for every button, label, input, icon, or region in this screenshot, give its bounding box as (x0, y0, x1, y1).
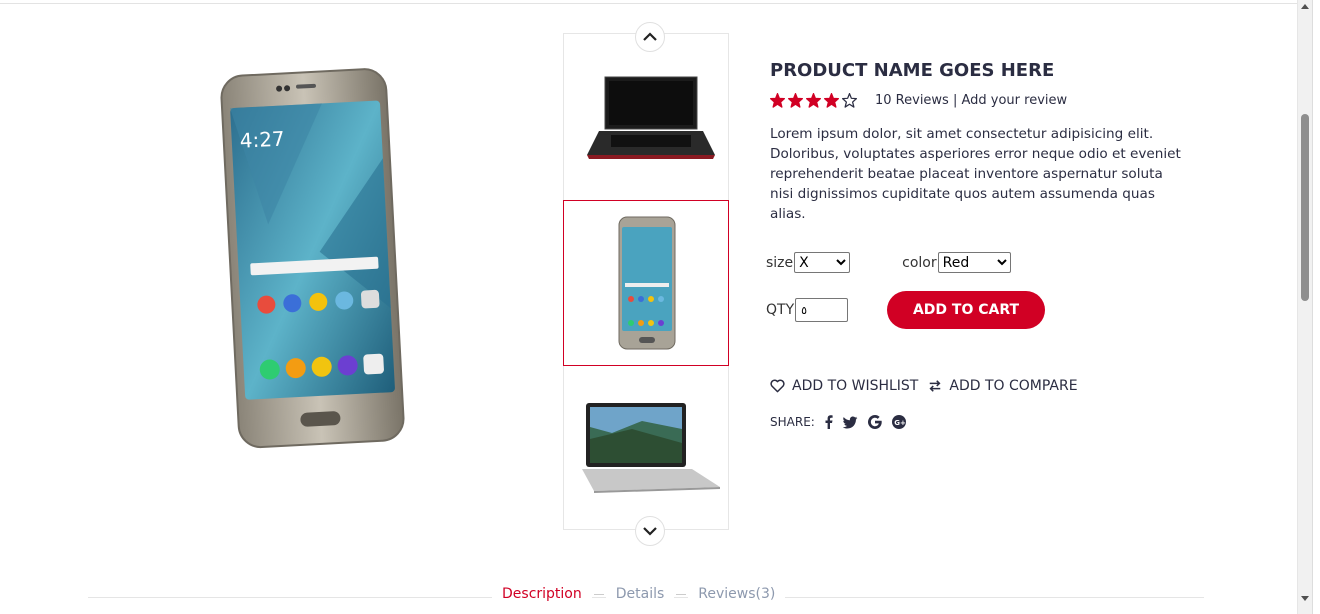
scroll-up-arrow-icon[interactable] (1301, 4, 1309, 9)
product-details: PRODUCT NAME GOES HERE 10 Reviews | Add … (770, 60, 1190, 224)
svg-text:4:27: 4:27 (239, 126, 285, 152)
twitter-icon[interactable] (842, 416, 858, 429)
main-product-image: 4:27 (210, 62, 420, 454)
scrollbar-thumb[interactable] (1301, 114, 1309, 301)
color-group: color Red (902, 252, 1011, 273)
product-title: PRODUCT NAME GOES HERE (770, 60, 1055, 81)
size-label: size (766, 254, 794, 271)
product-rating (770, 93, 857, 108)
add-to-wishlist-button[interactable]: ADD TO WISHLIST (770, 378, 918, 394)
vertical-scrollbar[interactable] (1297, 0, 1312, 614)
color-label: color (902, 254, 937, 271)
add-to-cart-button[interactable]: ADD TO CART (887, 291, 1045, 329)
top-border (0, 0, 1312, 4)
chevron-up-icon (643, 32, 657, 41)
star-filled-icon (788, 93, 803, 108)
window-edge (1312, 0, 1320, 614)
add-to-compare-label: ADD TO COMPARE (949, 378, 1078, 394)
thumbnail-phone[interactable] (563, 200, 729, 366)
qty-label: QTY (766, 302, 795, 318)
star-filled-icon (824, 93, 839, 108)
svg-text:G+: G+ (894, 419, 906, 427)
tab-reviews[interactable]: Reviews(3) (688, 586, 786, 602)
add-to-wishlist-label: ADD TO WISHLIST (792, 378, 919, 394)
size-select[interactable]: X (794, 252, 851, 273)
color-select[interactable]: Red (937, 252, 1011, 273)
scroll-down-arrow-icon[interactable] (1301, 596, 1309, 601)
share-label: SHARE: (770, 415, 815, 429)
rating-row: 10 Reviews | Add your review (770, 93, 1190, 108)
facebook-icon[interactable] (825, 415, 833, 429)
tab-separator (593, 593, 604, 595)
share-row: SHARE: G+ (770, 415, 906, 429)
tab-description[interactable]: Description (492, 586, 592, 602)
wishlist-compare-row: ADD TO WISHLIST ADD TO COMPARE (770, 378, 1078, 394)
star-filled-icon (770, 93, 785, 108)
product-tabs: Description Details Reviews(3) (492, 586, 786, 602)
chevron-down-icon (643, 527, 657, 536)
thumbnail-gallery (563, 33, 729, 530)
thumbnail-prev-button[interactable] (635, 22, 665, 52)
qty-input[interactable] (795, 298, 849, 322)
product-description: Lorem ipsum dolor, sit amet consectetur … (770, 126, 1181, 222)
google-plus-icon[interactable]: G+ (891, 415, 906, 429)
thumbnail-macbook[interactable] (564, 366, 730, 531)
heart-icon (770, 379, 785, 393)
star-empty-icon (842, 93, 857, 108)
thumbnail-next-button[interactable] (635, 516, 665, 546)
tab-details[interactable]: Details (605, 586, 675, 602)
star-filled-icon (806, 93, 821, 108)
add-to-compare-button[interactable]: ADD TO COMPARE (928, 378, 1078, 394)
reviews-link[interactable]: 10 Reviews | Add your review (875, 93, 1067, 108)
exchange-icon (929, 380, 941, 392)
options-row: size X color Red (766, 252, 1011, 273)
qty-row: QTY (766, 298, 849, 322)
google-icon[interactable] (867, 415, 882, 429)
tab-separator (676, 593, 687, 595)
thumbnail-laptop-black[interactable] (564, 34, 730, 199)
